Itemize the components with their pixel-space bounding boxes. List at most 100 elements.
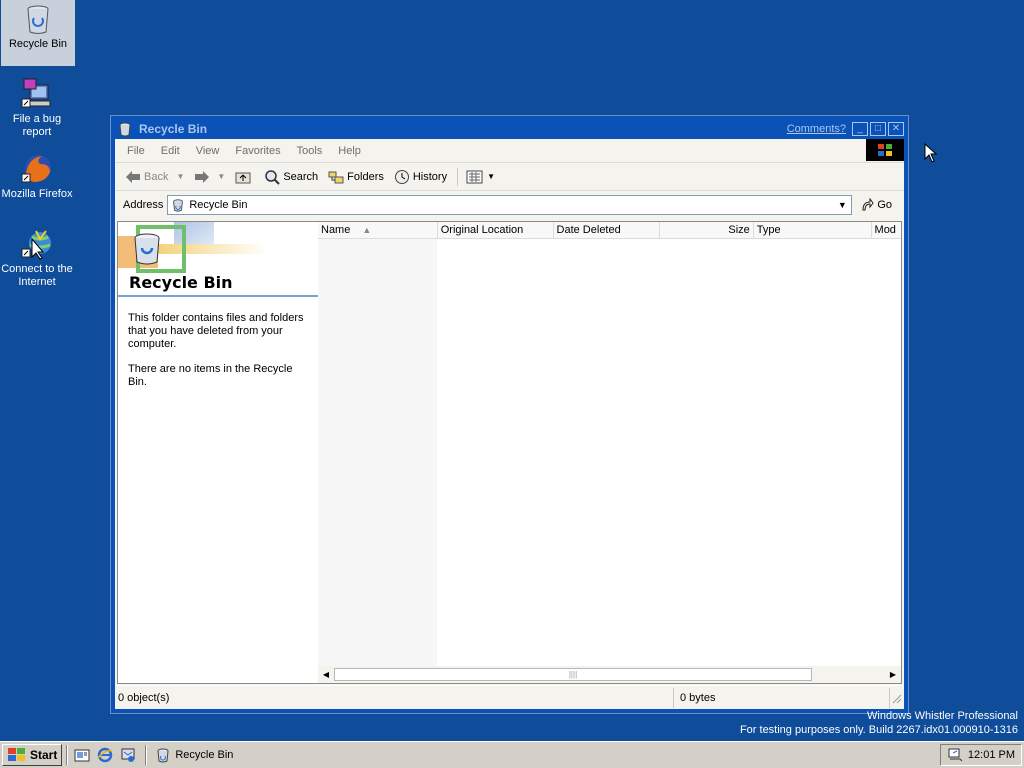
views-button[interactable]: ▼ (466, 170, 495, 184)
internet-explorer-icon (97, 747, 113, 763)
close-icon: ✕ (891, 123, 901, 134)
search-button[interactable]: Search (264, 169, 318, 185)
menu-file[interactable]: File (127, 145, 145, 157)
scroll-right-icon: ▶ (889, 670, 897, 679)
folder-description: This folder contains files and folders t… (128, 312, 304, 350)
chevron-down-icon: ▼ (217, 172, 226, 181)
start-button[interactable]: Start (2, 744, 63, 766)
forward-arrow-icon (195, 170, 210, 183)
column-modified-label: Mod (874, 224, 896, 236)
window-title: Recycle Bin (139, 122, 208, 136)
build-watermark: Windows Whistler Professional For testin… (740, 709, 1018, 737)
column-header-date-deleted[interactable]: Date Deleted (554, 222, 660, 238)
address-input[interactable]: Recycle Bin ▼ (167, 194, 853, 215)
search-icon (265, 169, 281, 185)
column-header-row: Name ▲ Original Location Date Deleted Si… (318, 222, 901, 239)
folders-icon (328, 171, 344, 183)
scroll-right-button[interactable]: ▶ (885, 667, 901, 683)
column-size-label: Size (728, 224, 750, 236)
minimize-button[interactable]: _ (852, 122, 868, 136)
scroll-left-icon: ◀ (322, 670, 330, 679)
views-icon (466, 170, 483, 183)
address-dropdown-button[interactable]: ▼ (834, 197, 850, 213)
address-label: Address (123, 198, 164, 211)
connect-internet-icon (20, 227, 54, 261)
window-client: File Edit View Favorites Tools Help Back… (115, 139, 904, 709)
folder-content: Recycle Bin This folder contains files a… (117, 221, 902, 684)
chevron-down-icon: ▼ (487, 172, 496, 181)
column-header-modified[interactable]: Mod (872, 222, 901, 238)
chevron-down-icon: ▼ (176, 172, 185, 181)
firefox-icon (20, 152, 54, 186)
minimize-icon: _ (857, 123, 863, 134)
desktop-icon-label: Mozilla Firefox (1, 188, 73, 200)
windows-logo-icon (866, 139, 904, 161)
maximize-button[interactable]: □ (870, 122, 886, 136)
file-list[interactable]: Name ▲ Original Location Date Deleted Si… (318, 222, 901, 683)
status-size: 0 bytes (674, 687, 890, 708)
column-header-type[interactable]: Type (754, 222, 872, 238)
folders-button[interactable]: Folders (328, 170, 384, 184)
network-tray-icon[interactable] (947, 747, 963, 763)
status-object-count: 0 object(s) (115, 687, 674, 708)
quicklaunch-show-desktop[interactable] (72, 745, 92, 765)
taskbar-button-recycle-bin[interactable]: Recycle Bin (151, 744, 311, 766)
search-label: Search (283, 170, 319, 183)
standard-toolbar: Back ▼ ▼ Search Folders History ▼ (115, 163, 904, 191)
column-header-name[interactable]: Name ▲ (318, 222, 438, 238)
chevron-down-icon: ▼ (837, 199, 847, 210)
up-folder-button[interactable] (235, 170, 254, 184)
window-titlebar[interactable]: Recycle Bin Comments? _ □ ✕ (115, 119, 904, 139)
menu-bar: File Edit View Favorites Tools Help (115, 139, 904, 163)
back-button[interactable]: Back ▼ (125, 170, 184, 184)
desktop-icon-recycle-bin[interactable]: Recycle Bin (1, 0, 75, 66)
history-button[interactable]: History (394, 169, 447, 185)
resize-grip-icon[interactable] (890, 692, 902, 704)
desktop-icon-file-bug[interactable]: File a bug report (0, 77, 74, 139)
clock[interactable]: 12:01 PM (968, 749, 1015, 761)
column-location-label: Original Location (440, 224, 524, 236)
recycle-bin-icon (173, 198, 184, 212)
recycle-bin-icon (117, 121, 133, 137)
recycle-bin-window: Recycle Bin Comments? _ □ ✕ File Edit Vi… (110, 115, 909, 714)
scroll-track[interactable]: |||| (334, 668, 885, 681)
menu-help[interactable]: Help (338, 145, 361, 157)
menu-tools[interactable]: Tools (297, 145, 323, 157)
mouse-cursor-icon (924, 142, 938, 166)
back-label: Back (144, 170, 169, 183)
system-tray: 12:01 PM (940, 744, 1022, 766)
scroll-thumb[interactable]: |||| (334, 668, 812, 681)
windows-logo-icon (8, 748, 25, 761)
column-header-size[interactable]: Size (660, 222, 754, 238)
desktop-icon-firefox[interactable]: Mozilla Firefox (0, 152, 74, 201)
taskbar-divider (66, 745, 69, 765)
comments-link[interactable]: Comments? (787, 123, 846, 135)
address-value: Recycle Bin (189, 198, 248, 211)
quicklaunch-internet-explorer[interactable] (95, 745, 115, 765)
watermark-edition: Windows Whistler Professional (867, 710, 1018, 722)
sort-ascending-icon: ▲ (362, 225, 372, 235)
menu-edit[interactable]: Edit (161, 145, 180, 157)
recycle-bin-icon (157, 748, 169, 763)
history-label: History (412, 170, 448, 183)
taskbar-divider (145, 745, 148, 765)
horizontal-scrollbar[interactable]: ◀ |||| ▶ (318, 666, 901, 683)
column-header-original-location[interactable]: Original Location (438, 222, 554, 238)
forward-button[interactable]: ▼ (194, 170, 225, 184)
empty-message: There are no items in the Recycle Bin. (128, 363, 293, 388)
go-arrow-icon (862, 197, 874, 210)
menu-view[interactable]: View (196, 145, 220, 157)
quicklaunch-outlook-express[interactable] (118, 745, 138, 765)
taskbar: Start Recycle Bin 12:01 PM (0, 741, 1024, 768)
maximize-icon: □ (874, 123, 882, 134)
go-button[interactable]: Go (860, 197, 892, 212)
close-button[interactable]: ✕ (888, 122, 904, 136)
column-name-label: Name (321, 224, 351, 236)
scroll-left-button[interactable]: ◀ (318, 667, 334, 683)
address-bar: Address Recycle Bin ▼ Go (115, 191, 904, 218)
web-view-info: This folder contains files and folders t… (118, 297, 318, 389)
show-desktop-icon (74, 749, 90, 762)
desktop-icon-connect-internet[interactable]: Connect to the Internet (0, 227, 74, 289)
recycle-bin-icon (21, 2, 55, 36)
menu-favorites[interactable]: Favorites (235, 145, 280, 157)
